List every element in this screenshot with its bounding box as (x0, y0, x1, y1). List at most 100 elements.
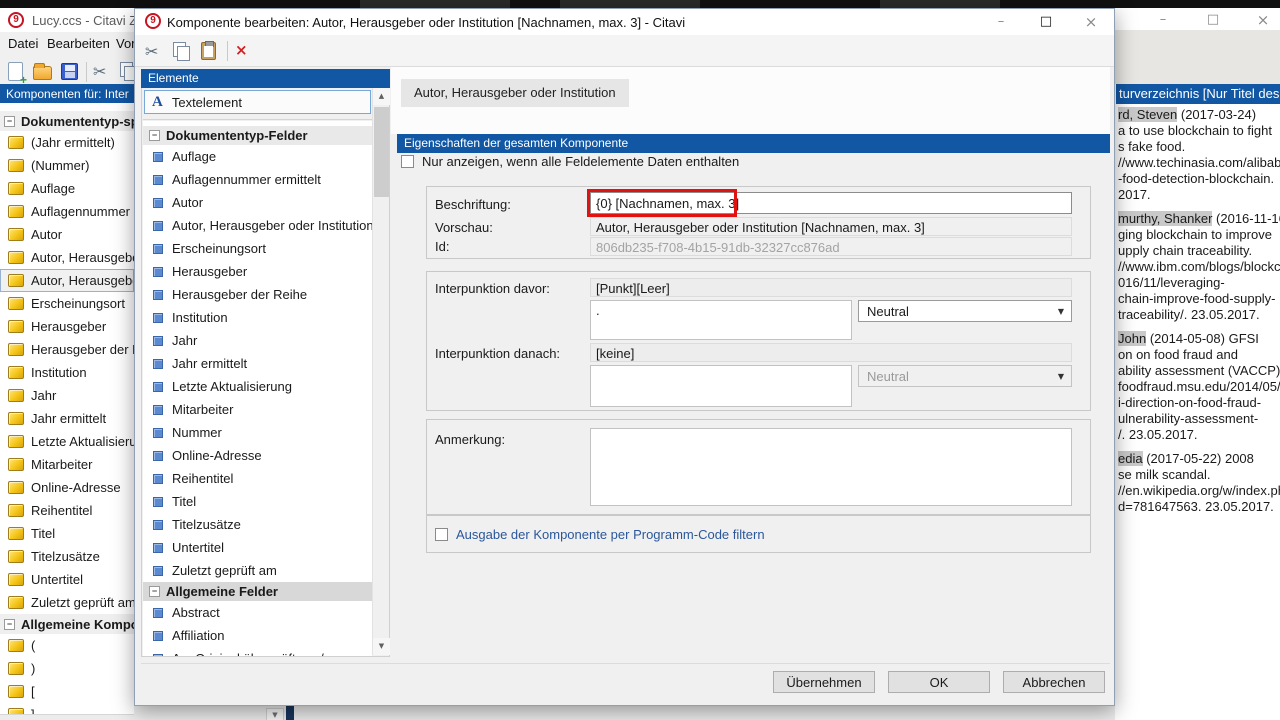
component-item[interactable]: (Jahr ermittelt) (0, 131, 134, 154)
field-item-label: Letzte Aktualisierung (172, 379, 292, 394)
bibliography-entry: rd, Steven (2017-03-24)a to use blockcha… (1118, 107, 1280, 203)
field-item[interactable]: Auflage (143, 145, 372, 168)
field-item[interactable]: Institution (143, 306, 372, 329)
component-group-header[interactable]: −Allgemeine Kompon (0, 614, 134, 634)
dialog-minimize-button[interactable]: – (986, 13, 1016, 31)
component-item[interactable]: Titelzusätze (0, 545, 134, 568)
cancel-button[interactable]: Abbrechen (1003, 671, 1105, 693)
field-group-header[interactable]: −Dokumententyp-Felder (143, 126, 372, 145)
collapse-icon[interactable]: − (149, 586, 160, 597)
text-element-item[interactable]: A Textelement (144, 90, 371, 114)
field-item[interactable]: Abstract (143, 601, 372, 624)
component-item[interactable]: Reihentitel (0, 499, 134, 522)
field-item[interactable]: Affiliation (143, 624, 372, 647)
component-item[interactable]: ( (0, 634, 134, 657)
component-item[interactable]: Letzte Aktualisierung (0, 430, 134, 453)
component-item[interactable]: Autor, Herausgeber o (0, 246, 134, 269)
field-item[interactable]: Herausgeber (143, 260, 372, 283)
interp-danach-textarea[interactable] (590, 365, 852, 407)
component-item[interactable]: (Nummer) (0, 154, 134, 177)
component-item[interactable]: Titel (0, 522, 134, 545)
component-item[interactable]: Autor (0, 223, 134, 246)
dialog-titlebar[interactable]: 9 Komponente bearbeiten: Autor, Herausge… (135, 9, 1114, 35)
field-item[interactable]: Online-Adresse (143, 444, 372, 467)
component-item[interactable]: Jahr ermittelt (0, 407, 134, 430)
component-item[interactable]: Untertitel (0, 568, 134, 591)
save-icon[interactable] (61, 63, 78, 80)
field-item[interactable]: Zuletzt geprüft am (143, 559, 372, 582)
component-item[interactable]: Auflage (0, 177, 134, 200)
component-item[interactable]: Auflagennummer erm (0, 200, 134, 223)
collapse-icon[interactable]: − (4, 116, 15, 127)
components-list-hscrollbar[interactable] (0, 714, 134, 720)
scroll-down-button[interactable]: ▼ (373, 638, 390, 655)
maximize-button[interactable]: □ (1198, 11, 1228, 29)
interp-danach-pattern[interactable]: [keine] (590, 343, 1072, 362)
component-item[interactable]: ) (0, 657, 134, 680)
paste-icon[interactable] (201, 42, 216, 60)
field-item[interactable]: Titelzusätze (143, 513, 372, 536)
minimize-button[interactable]: – (1148, 11, 1178, 29)
menu-datei[interactable]: Datei (8, 36, 38, 51)
dialog-maximize-button[interactable]: □ (1031, 13, 1061, 31)
field-item[interactable]: Jahr (143, 329, 372, 352)
field-group-header[interactable]: −Allgemeine Felder (143, 582, 372, 601)
field-icon (153, 221, 163, 231)
component-item[interactable]: [ (0, 680, 134, 703)
field-item[interactable]: Am Original überprüft von/am (143, 647, 372, 656)
scroll-up-button[interactable]: ▲ (373, 88, 390, 105)
field-item-label: Affiliation (172, 628, 225, 643)
anmerkung-textarea[interactable] (590, 428, 1072, 506)
field-item[interactable]: Letzte Aktualisierung (143, 375, 372, 398)
component-item[interactable]: Erscheinungsort (0, 292, 134, 315)
copy-icon[interactable] (173, 42, 189, 60)
field-item[interactable]: Autor (143, 191, 372, 214)
field-item[interactable]: Autor, Herausgeber oder Institution (143, 214, 372, 237)
delete-icon[interactable]: × (235, 41, 248, 59)
field-item[interactable]: Untertitel (143, 536, 372, 559)
component-item[interactable]: Online-Adresse (0, 476, 134, 499)
menu-bearbeiten[interactable]: Bearbeiten (47, 36, 110, 51)
field-item[interactable]: Mitarbeiter (143, 398, 372, 421)
component-item[interactable]: Zuletzt geprüft am (0, 591, 134, 614)
scroll-down-button[interactable]: ▼ (266, 708, 284, 720)
component-item[interactable]: Herausgeber der Reih (0, 338, 134, 361)
cut-icon[interactable]: ✂ (93, 62, 106, 81)
elements-scrollbar[interactable]: ▲ ▼ (372, 88, 389, 655)
field-item[interactable]: Jahr ermittelt (143, 352, 372, 375)
filter-checkbox[interactable] (435, 528, 448, 541)
component-item[interactable]: Herausgeber (0, 315, 134, 338)
component-chip[interactable]: Autor, Herausgeber oder Institution (401, 79, 629, 107)
ok-button[interactable]: OK (888, 671, 990, 693)
new-project-icon[interactable]: + (8, 62, 23, 81)
dialog-close-button[interactable]: × (1076, 13, 1106, 31)
apply-button[interactable]: Übernehmen (773, 671, 875, 693)
interp-danach-dropdown[interactable]: Neutral ▼ (858, 365, 1072, 387)
component-item[interactable]: Institution (0, 361, 134, 384)
field-item[interactable]: Nummer (143, 421, 372, 444)
open-icon[interactable] (33, 66, 52, 80)
collapse-icon[interactable]: − (4, 619, 15, 630)
interp-davor-pattern[interactable]: [Punkt][Leer] (590, 278, 1072, 297)
cut-icon[interactable]: ✂ (145, 42, 158, 61)
field-item[interactable]: Erscheinungsort (143, 237, 372, 260)
component-item-label: Auflagennummer erm (31, 204, 134, 219)
scrollbar-thumb[interactable] (374, 107, 389, 197)
panel-splitter[interactable] (286, 706, 294, 720)
interp-davor-dropdown[interactable]: Neutral ▼ (858, 300, 1072, 322)
field-item[interactable]: Reihentitel (143, 467, 372, 490)
field-item[interactable]: Auflagennummer ermittelt (143, 168, 372, 191)
component-item[interactable]: Mitarbeiter (0, 453, 134, 476)
show-only-checkbox[interactable] (401, 155, 414, 168)
component-item[interactable]: Autor, Herausgeber o (0, 269, 134, 292)
field-item[interactable]: Herausgeber der Reihe (143, 283, 372, 306)
field-icon (153, 520, 163, 530)
component-group-header[interactable]: −Dokumententyp-sp (0, 111, 134, 131)
collapse-icon[interactable]: − (149, 130, 160, 141)
component-item[interactable]: Jahr (0, 384, 134, 407)
close-button[interactable]: × (1248, 11, 1278, 29)
component-icon (8, 274, 24, 287)
field-item[interactable]: Titel (143, 490, 372, 513)
bibliography-entry-line: ulnerability-assessment- (1118, 411, 1280, 427)
interp-davor-textarea[interactable]: . (590, 300, 852, 340)
